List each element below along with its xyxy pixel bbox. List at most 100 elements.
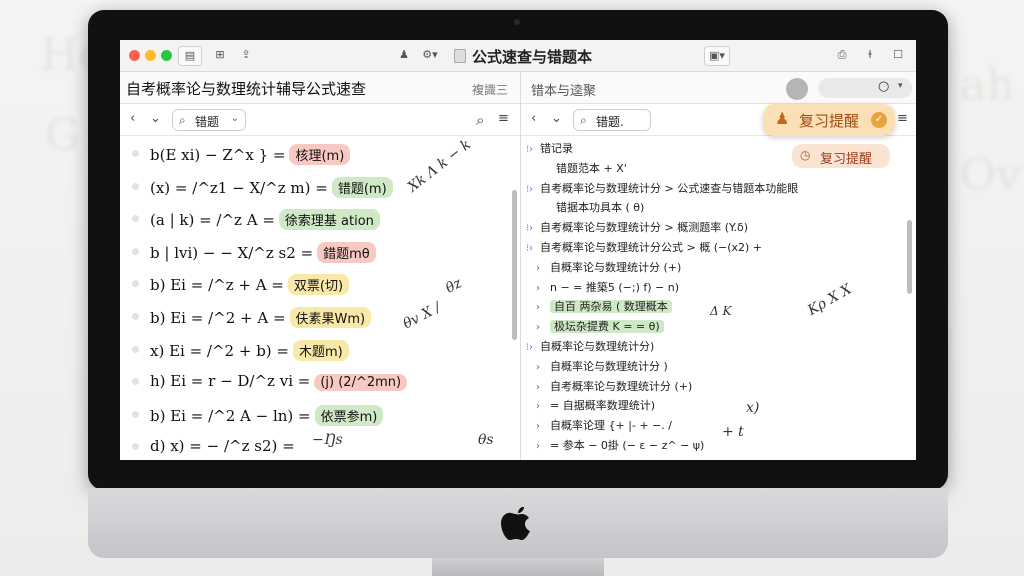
outline-item[interactable]: ⁝› 错记录 [526, 140, 573, 160]
outline-item[interactable]: › 极坛杂提费 K = = θ) [536, 318, 664, 338]
expand-chevron-icon[interactable]: ⁝› [526, 342, 540, 353]
outline-item[interactable]: › 自考概率论与数理统计分 (+) [536, 378, 692, 398]
search-dropdown-icon[interactable]: ⌄ [231, 113, 239, 124]
formula-text: (x) = /^z1 − X/^z m) = [150, 178, 328, 197]
share-icon[interactable]: ⇪ [234, 46, 258, 66]
avatar[interactable] [786, 78, 808, 100]
expand-chevron-icon[interactable]: ⁝› [526, 144, 540, 155]
outline-item[interactable]: 错据本功具本 ( θ) [542, 199, 644, 219]
formula-row[interactable]: (a | k) = /^z A = 徐索理基 ation [120, 205, 516, 233]
formula-row[interactable]: (x) = /^z1 − X/^z m) = 错题(m) [120, 173, 516, 201]
outline-item-text: 自概率论与数理统计分 (+) [550, 260, 682, 274]
outline-item-text: 自考概率论与数理统计分 > 公式速查与错题本功能眼 [540, 181, 799, 195]
formula-row[interactable]: b | lvi) − − X/^z s2 = 錯题mθ [120, 238, 516, 266]
formula-text: b) Ei = /^2 + A = [150, 309, 286, 327]
more-icon[interactable]: ☐ [888, 46, 908, 66]
grid-view-icon[interactable]: ⊞ [208, 46, 232, 66]
outline-item-text: 错据本功具本 ( θ) [556, 201, 645, 215]
formula-row[interactable]: b) Ei = /^2 A − ln) = 依票参m) [120, 401, 516, 429]
outline-item[interactable]: ⁝› 自考概率论与数理统计分 > 公式速查与错题本功能眼 [526, 180, 798, 200]
formula-tag[interactable]: 徐索理基 ation [278, 209, 380, 231]
format-icon[interactable]: ⱡ [860, 46, 880, 66]
left-pane-subtitle[interactable]: 複識三 [472, 81, 508, 98]
imac-stand [432, 558, 604, 576]
close-window-button[interactable] [129, 50, 140, 61]
review-reminder-label: 复习提醒 [799, 112, 860, 130]
back-arrow-icon[interactable]: ‹ [531, 111, 536, 126]
title-bar: ▤ ⊞ ⇪ ♟ ⚙▾ 公式速查与错题本 ▣▾ ⎙ ⱡ ☐ [120, 40, 916, 72]
minimize-window-button[interactable] [145, 50, 156, 61]
review-reminder-button[interactable]: ♟ 复习提醒 ✓ [763, 104, 895, 136]
search-icon[interactable]: ⌕ [476, 111, 484, 129]
outline-item[interactable]: 错题范本 + X' [542, 160, 627, 180]
settings-dropdown-icon[interactable]: ⚙▾ [416, 46, 444, 66]
menu-icon[interactable]: ≡ [498, 111, 509, 126]
outline-item[interactable]: › n − = 推築5 (−;) f) − n) [536, 279, 679, 299]
formula-tag[interactable]: 伕素果Wm) [289, 307, 372, 328]
outline-item-text: 自概率论理 {+ |- + −. / [550, 419, 673, 433]
background-decoration: G [45, 110, 81, 161]
expand-chevron-icon[interactable]: › [536, 362, 550, 373]
outline-item[interactable]: › 自概率论与数理统计分 ) [536, 358, 668, 378]
formula-text: b(E xi) − Z^x } = [150, 146, 286, 164]
outline-item[interactable]: ⁝› 自考概率论与数理统计分公式 > 概 (−(x2) + [526, 239, 762, 259]
expand-chevron-icon[interactable]: › [536, 322, 550, 333]
formula-tag[interactable]: 核理(m) [289, 144, 351, 165]
formula-tag[interactable]: 双票(切) [287, 274, 350, 296]
formula-row[interactable]: b) Ei = /^2 + A = 伕素果Wm) [120, 303, 516, 331]
collaborator-icon[interactable]: ♟ [394, 46, 414, 66]
formula-expression: (a | k) = /^z A = 徐索理基 ation [150, 209, 380, 231]
zoom-window-button[interactable] [161, 50, 172, 61]
outline-item[interactable]: ⁝› 自考概率论与数理统计分 > 概测题率 (Y.δ) [526, 219, 748, 239]
back-arrow-icon[interactable]: ‹ [130, 111, 135, 126]
status-toggle[interactable]: ○ ▾ [818, 78, 912, 98]
outline-item[interactable]: ⁝› 自概率论与数理统计分) [526, 338, 654, 358]
outline-item[interactable]: › 自概率论与数理统计分 (+) [536, 259, 681, 279]
outline-item[interactable]: › = 参本 − 0掛 (− ε − z^ − ψ) [536, 437, 704, 457]
clock-icon: ◷ [800, 148, 811, 162]
formula-expression: x) Ei = /^2 + b) = 木题m) [150, 339, 349, 361]
formula-text: x) Ei = /^2 + b) = [150, 341, 289, 360]
right-pane-header: 错本与逵聚 ○ ▾ [521, 72, 916, 104]
left-scrollbar[interactable] [512, 190, 517, 340]
outline-item[interactable]: › 自概率论理 {+ |- + −. / [536, 417, 672, 437]
expand-chevron-icon[interactable]: › [536, 421, 550, 432]
review-reminder-badge-label: 复习提醒 [820, 152, 873, 167]
chevron-down-icon[interactable]: ⌄ [551, 111, 562, 126]
formula-tag[interactable]: 依票参m) [314, 404, 384, 426]
right-search-value: 错题. [596, 115, 624, 129]
expand-chevron-icon[interactable]: › [536, 283, 550, 294]
sidebar-toggle-icon[interactable]: ▤ [178, 46, 202, 66]
menu-icon[interactable]: ≡ [897, 111, 908, 126]
formula-tag[interactable]: 錯题mθ [317, 241, 376, 263]
chevron-down-icon: ▾ [898, 81, 903, 91]
outline-item[interactable]: › = 自据概率数理统计) [536, 397, 655, 417]
right-search-input[interactable]: ⌕ 错题. [573, 109, 651, 131]
expand-chevron-icon[interactable]: › [536, 302, 550, 313]
expand-chevron-icon[interactable]: ⁝› [526, 184, 540, 195]
formula-tag[interactable]: (j) (2/^2mn) [314, 374, 408, 392]
bullet-icon [132, 247, 139, 255]
expand-chevron-icon[interactable]: › [536, 382, 550, 393]
expand-chevron-icon[interactable]: › [536, 441, 550, 452]
bullet-icon [132, 443, 139, 451]
left-search-input[interactable]: ⌕ 错题 ⌄ [172, 109, 246, 131]
export-icon[interactable]: ⎙ [832, 46, 852, 66]
formula-row[interactable]: h) Ei = r − D/^z vi = (j) (2/^2mn) [120, 368, 516, 396]
layout-menu-icon[interactable]: ▣▾ [704, 46, 730, 66]
formula-tag[interactable]: 错题(m) [331, 176, 393, 198]
expand-chevron-icon[interactable]: ⁝› [526, 243, 540, 254]
expand-chevron-icon[interactable]: ⁝› [526, 223, 540, 234]
left-nav-row: ‹ ⌄ ⌕ 错题 ⌄ ⌕ ≡ [120, 104, 520, 136]
right-scrollbar[interactable] [907, 220, 912, 294]
right-pane-title: 错本与逵聚 [531, 84, 597, 99]
formula-tag[interactable]: 木题m) [293, 339, 349, 361]
expand-chevron-icon[interactable]: › [536, 263, 550, 274]
formula-row[interactable]: x) Ei = /^2 + b) = 木题m) [120, 336, 516, 364]
expand-chevron-icon[interactable]: › [536, 401, 550, 412]
review-reminder-badge[interactable]: ◷ 复习提醒 [792, 144, 890, 168]
chevron-down-icon[interactable]: ⌄ [150, 111, 161, 126]
left-search-value: 错题 [195, 115, 220, 129]
outline-item[interactable]: › 自百 两杂易 ( 数理概本 [536, 298, 672, 318]
window-title: 公式速查与错题本 [472, 48, 593, 66]
